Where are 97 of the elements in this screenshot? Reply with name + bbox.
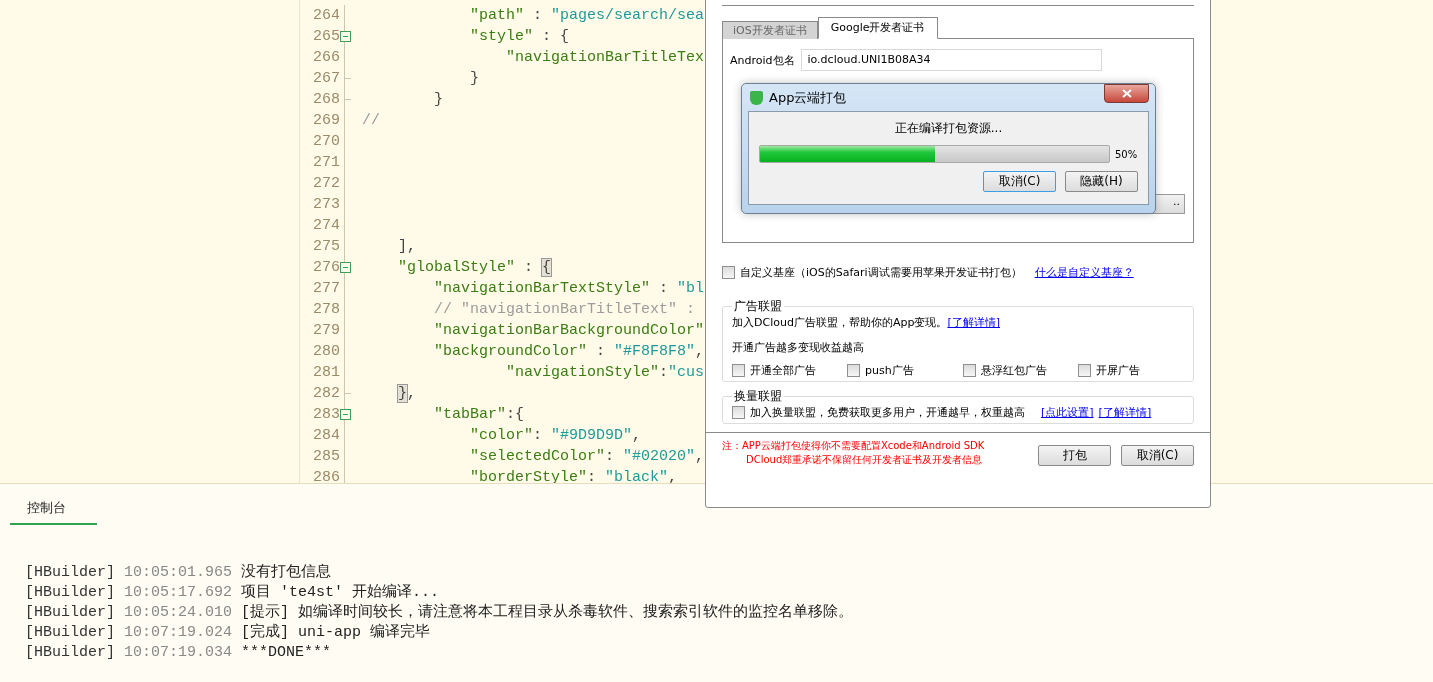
code-line: } xyxy=(433,91,443,108)
note-text: DCloud郑重承诺不保留任何开发者证书及开发者信息 xyxy=(745,453,984,467)
log-time: 10:05:17.692 xyxy=(124,583,233,603)
log-time: 10:05:01.965 xyxy=(124,563,233,583)
progress-percent: 50% xyxy=(1115,148,1138,160)
line-number: 277 xyxy=(312,280,340,297)
fold-end-mark xyxy=(345,99,351,100)
checkbox[interactable] xyxy=(722,266,735,279)
settings-link[interactable]: [点此设置] xyxy=(1041,405,1094,420)
checkbox[interactable] xyxy=(963,364,976,377)
log-time: 10:07:19.034 xyxy=(124,643,233,663)
line-number: 268 xyxy=(312,91,340,108)
checkbox-label: 加入换量联盟，免费获取更多用户，开通越早，权重越高 xyxy=(750,405,1025,420)
dialog-title: App云端打包 xyxy=(769,88,848,107)
checkbox[interactable] xyxy=(847,364,860,377)
line-number: 267 xyxy=(312,70,340,87)
package-name-field[interactable]: io.dcloud.UNI1B08A34 xyxy=(800,49,1102,71)
group-description: 加入DCloud广告联盟，帮助你的App变现。 xyxy=(732,316,948,329)
code-line: "style" : { xyxy=(469,28,570,45)
line-number: 272 xyxy=(312,175,340,192)
line-number: 271 xyxy=(312,154,340,171)
line-number: 264 xyxy=(312,7,340,24)
log-source: [HBuilder] xyxy=(25,563,115,583)
group-hint: 开通广告越多变现收益越高 xyxy=(732,340,865,355)
log-message: [完成] uni-app 编译完毕 xyxy=(241,623,431,643)
line-number: 270 xyxy=(312,133,340,150)
code-line: "navigationBarTextStyle" : "bl xyxy=(433,280,705,297)
code-line: ], xyxy=(397,238,416,255)
progress-message: 正在编译打包资源... xyxy=(893,120,1004,137)
log-time: 10:05:24.010 xyxy=(124,603,233,623)
dialog-button[interactable]: 取消(C) xyxy=(1121,445,1194,466)
line-number: 275 xyxy=(312,238,340,255)
line-number: 273 xyxy=(312,196,340,213)
checkbox-label: 开通全部广告 xyxy=(750,363,816,378)
fold-toggle-icon[interactable] xyxy=(340,262,351,273)
log-source: [HBuilder] xyxy=(25,623,115,643)
code-line: "navigationBarTitleTex xyxy=(505,49,705,66)
line-number: 278 xyxy=(312,301,340,318)
log-source: [HBuilder] xyxy=(25,643,115,663)
fold-toggle-icon[interactable] xyxy=(340,409,351,420)
checkbox-label: push广告 xyxy=(865,363,914,378)
field-label: Android包名 xyxy=(730,52,795,68)
fold-toggle-icon[interactable] xyxy=(340,31,351,42)
log-message: 没有打包信息 xyxy=(241,563,332,583)
app-logo-icon xyxy=(750,90,763,105)
line-number: 285 xyxy=(312,448,340,465)
checkbox-label: 悬浮红包广告 xyxy=(981,363,1047,378)
code-line: "backgroundColor" : "#F8F8F8", xyxy=(433,343,705,360)
log-message: ***DONE*** xyxy=(241,643,332,663)
line-number: 265 xyxy=(312,28,340,45)
line-number: 279 xyxy=(312,322,340,339)
dialog-button[interactable]: 打包 xyxy=(1038,445,1111,466)
line-number: 269 xyxy=(312,112,340,129)
line-number: 283 xyxy=(312,406,340,423)
line-number: 284 xyxy=(312,427,340,444)
log-message: [提示] 如编译时间较长，请注意将本工程目录从杀毒软件、搜索索引软件的监控名单移除。 xyxy=(241,603,854,623)
fold-end-mark xyxy=(345,393,351,394)
fold-end-mark xyxy=(345,78,351,79)
log-time: 10:07:19.024 xyxy=(124,623,233,643)
code-line: "path" : "pages/search/sea xyxy=(469,7,705,24)
code-line: } xyxy=(469,70,480,87)
checkbox[interactable] xyxy=(732,406,745,419)
checkbox[interactable] xyxy=(732,364,745,377)
help-link[interactable]: 什么是自定义基座？ xyxy=(1034,265,1134,280)
line-number: 274 xyxy=(312,217,340,234)
code-line: // xyxy=(362,112,380,129)
checkbox-label: 自定义基座（iOS的Safari调试需要用苹果开发证书打包） xyxy=(740,265,1022,280)
line-number: 276 xyxy=(312,259,340,276)
settings-link[interactable]: [了解详情] xyxy=(1098,405,1152,420)
note-text: 注：APP云端打包使得你不需要配置Xcode和Android SDK xyxy=(722,439,985,453)
code-line: // "navigationBarTitleText" : xyxy=(433,301,696,318)
log-message: 项目 'te4st' 开始编译... xyxy=(241,583,440,603)
dialog-button[interactable]: 取消(C) xyxy=(983,171,1056,192)
log-source: [HBuilder] xyxy=(25,603,115,623)
code-line: "tabBar":{ xyxy=(433,406,525,423)
code-line: "color": "#9D9D9D", xyxy=(469,427,642,444)
checkbox-label: 开屏广告 xyxy=(1096,363,1140,378)
close-button[interactable] xyxy=(1104,83,1149,103)
group-title: 换量联盟 xyxy=(733,388,783,405)
dialog-button[interactable]: 隐藏(H) xyxy=(1065,171,1138,192)
line-number: 280 xyxy=(312,343,340,360)
checkbox[interactable] xyxy=(1078,364,1091,377)
line-number: 266 xyxy=(312,49,340,66)
line-number: 282 xyxy=(312,385,340,402)
certificate-tab[interactable]: iOS开发者证书 xyxy=(722,21,818,39)
code-line: "globalStyle" : { xyxy=(397,259,552,276)
group-title: 广告联盟 xyxy=(733,298,783,315)
log-source: [HBuilder] xyxy=(25,583,115,603)
line-number: 286 xyxy=(312,469,340,483)
close-icon xyxy=(1121,88,1132,98)
code-line: "selectedColor": "#02020", xyxy=(469,448,705,465)
code-line: "navigationStyle":"cus xyxy=(505,364,705,381)
certificate-tab[interactable]: Google开发者证书 xyxy=(817,17,938,39)
console-tab[interactable]: 控制台 xyxy=(10,499,97,525)
code-line: "navigationBarBackgroundColor" xyxy=(433,322,705,339)
details-link[interactable]: [了解详情] xyxy=(947,316,1000,329)
line-number: 281 xyxy=(312,364,340,381)
